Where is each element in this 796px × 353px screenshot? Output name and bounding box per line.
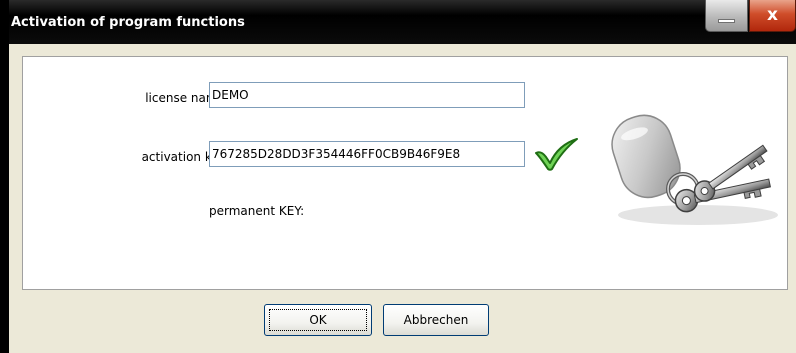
content-panel: license name: activation key: permanent … [22,56,788,290]
minimize-button[interactable] [705,0,748,32]
close-icon: x [767,5,778,25]
ok-button[interactable]: OK [264,304,372,336]
ok-button-label: OK [309,313,327,327]
close-button[interactable]: x [749,0,796,32]
window-title: Activation of program functions [11,15,245,30]
activation-key-label: activation key: [141,150,229,164]
minimize-icon [718,19,735,23]
activation-dialog: Activation of program functions x licens… [0,0,796,353]
title-bar[interactable]: Activation of program functions x [0,0,796,44]
window-left-border [0,0,9,353]
keys-icon [611,114,778,225]
activation-key-input[interactable] [209,141,525,167]
cancel-button-label: Abbrechen [403,313,469,327]
permanent-key-label: permanent KEY: [209,204,305,218]
license-name-input[interactable] [209,82,525,108]
checkmark-icon [535,138,578,171]
cancel-button[interactable]: Abbrechen [383,304,489,336]
